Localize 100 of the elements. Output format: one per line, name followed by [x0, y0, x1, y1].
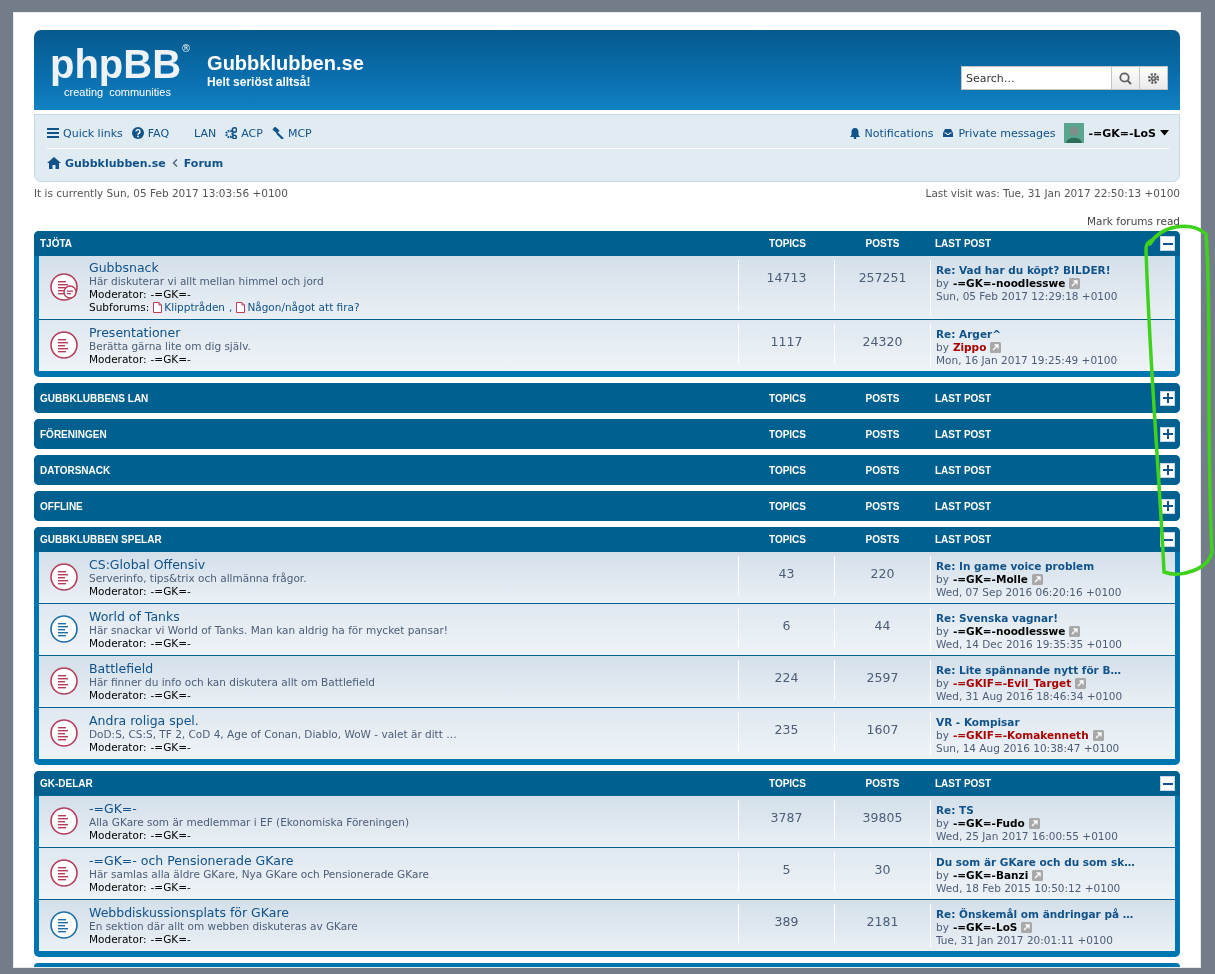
breadcrumb-link[interactable]: Forum [183, 156, 224, 170]
last-post-link[interactable]: Re: Svenska vagnar! [936, 612, 1140, 625]
nav-link[interactable]: Notifications [848, 126, 934, 140]
last-post-link[interactable]: Re: Lite spännande nytt för B… [936, 664, 1140, 677]
moderator-link[interactable]: -=GK=- [150, 740, 191, 754]
collapse-toggle[interactable] [1160, 462, 1175, 478]
moderator-link[interactable]: -=GK=- [150, 352, 191, 366]
by-label: by [936, 341, 949, 354]
posts-count: 1607 [866, 722, 899, 739]
forum-description: Här snackar vi World of Tanks. Man kan aldrig ha för mycket pansar! [89, 623, 448, 637]
author-link[interactable]: -=GKIF=-Komakenneth [952, 729, 1089, 742]
last-post-link[interactable]: VR - Kompisar [936, 716, 1140, 729]
collapse-toggle[interactable] [1160, 236, 1175, 251]
topics-count: 235 [774, 722, 799, 739]
collapse-toggle[interactable] [1160, 776, 1175, 791]
last-post-link[interactable]: Du som är GKare och du som sk… [936, 856, 1140, 869]
column-header: POSTS [864, 428, 901, 440]
subforum-link[interactable]: Någon/något att fira? [236, 301, 360, 314]
forum-title-link[interactable]: Gubbsnack [89, 260, 360, 275]
logo-wordmark[interactable]: phpBB [50, 42, 182, 85]
by-label: by [936, 677, 949, 690]
posts-count: 24320 [862, 334, 903, 351]
posts-count: 2597 [866, 670, 899, 687]
subforum-link[interactable]: Klipptråden [153, 301, 226, 314]
post-time: Wed, 18 Feb 2015 10:50:12 +0100 [936, 882, 1122, 895]
breadcrumb-link[interactable]: Gubbklubben.se [47, 156, 166, 170]
post-time: Wed, 07 Sep 2016 06:20:16 +0100 [936, 586, 1123, 599]
author-link[interactable]: -=GK=-Banzi [952, 869, 1029, 882]
help-icon [131, 127, 144, 139]
by-label: by [936, 869, 949, 882]
settings-icon [1147, 71, 1160, 85]
forum-title-link[interactable]: Battlefield [89, 660, 375, 676]
column-header: TOPICS [767, 534, 807, 545]
arrow-square-icon [1032, 870, 1044, 881]
category-title[interactable]: TJÖTA [39, 238, 740, 249]
forum-description: Här diskuterar vi allt mellan himmel och jord [89, 275, 325, 288]
collapse-toggle[interactable] [1160, 426, 1175, 442]
current-time: It is currently Sun, 05 Feb 2017 13:03:56 +0100 [34, 187, 288, 199]
forum-title-link[interactable]: Presentationer [89, 324, 251, 340]
mark-read-link[interactable]: Mark forums read [1087, 215, 1180, 227]
category-title[interactable]: GUBBKLUBBENS LAN [39, 392, 740, 404]
by-label: by [936, 277, 949, 290]
forum-title-link[interactable]: Webbdiskussionsplats för GKare [89, 904, 358, 920]
gavel-icon [271, 127, 284, 139]
nav-link[interactable]: Private messages [942, 126, 1056, 140]
forum-title-link[interactable]: Andra roliga spel. [89, 712, 457, 728]
moderator-link[interactable]: -=GK=- [150, 828, 191, 842]
topics-count: 224 [774, 670, 799, 687]
last-post-link[interactable]: Re: In game voice problem [936, 560, 1140, 573]
category-title[interactable]: GK-DELAR [39, 778, 740, 789]
post-time: Sun, 05 Feb 2017 12:29:18 +0100 [936, 290, 1119, 303]
column-header: LAST POST [934, 534, 993, 545]
registered-mark: ® [181, 42, 192, 54]
category-title[interactable]: FÖRENINGEN [39, 428, 740, 440]
column-header: LAST POST [934, 464, 993, 476]
collapse-toggle[interactable] [1160, 390, 1175, 406]
moderator-link[interactable]: -=GK=- [150, 688, 191, 702]
author-link[interactable]: -=GKIF=-Evil_Target [952, 677, 1072, 690]
category-title[interactable]: GUBBKLUBBEN SPELAR [39, 534, 740, 545]
last-post-link[interactable]: Re: TS [936, 804, 1140, 817]
separator-comma: , [229, 301, 233, 314]
nav-link[interactable]: ACP [225, 126, 263, 140]
last-post-link[interactable]: Re: Önskemål om ändringar på … [936, 908, 1140, 921]
avatar-icon [1064, 123, 1085, 143]
author-link[interactable]: -=GK=-LoS [952, 921, 1018, 934]
search-field[interactable]: Search… [961, 66, 1112, 90]
nav-link[interactable]: Quick links [47, 126, 123, 140]
topics-count: 43 [778, 566, 795, 583]
forum-title-link[interactable]: -=GK=- och Pensionerade GKare [89, 852, 429, 868]
moderator-link[interactable]: -=GK=- [150, 288, 191, 301]
moderator-link[interactable]: -=GK=- [150, 880, 191, 894]
search-icon [1119, 71, 1132, 85]
moderator-link[interactable]: -=GK=- [150, 932, 191, 946]
user-menu[interactable]: -=GK=-LoS [1064, 123, 1169, 143]
page-icon [236, 302, 246, 313]
site-title[interactable]: Gubbklubben.se [207, 51, 364, 75]
category-title[interactable]: OFFLINE [39, 500, 740, 512]
moderator-link[interactable]: -=GK=- [150, 584, 191, 598]
author-link[interactable]: -=GK=-noodlesswe [952, 625, 1066, 638]
nav-link[interactable]: LAN [194, 126, 217, 140]
moderator-link[interactable]: -=GK=- [150, 636, 191, 650]
author-link[interactable]: Zippo [952, 341, 987, 354]
posts-count: 2181 [866, 914, 899, 931]
last-post-link[interactable]: Re: Vad har du köpt? BILDER! [936, 264, 1140, 277]
posts-count: 220 [870, 566, 895, 583]
column-header: LAST POST [934, 392, 993, 404]
forum-title-link[interactable]: CS:Global Offensiv [89, 556, 307, 572]
nav-link[interactable]: FAQ [131, 126, 170, 140]
author-link[interactable]: -=GK=-Molle [952, 573, 1028, 586]
last-post-link[interactable]: Re: Arger^ [936, 328, 1140, 341]
author-link[interactable]: -=GK=-noodlesswe [952, 277, 1066, 290]
author-link[interactable]: -=GK=-Fudo [952, 817, 1025, 830]
post-time: Tue, 31 Jan 2017 20:01:11 +0100 [936, 934, 1114, 947]
forum-title-link[interactable]: -=GK=- [89, 800, 409, 816]
category-title[interactable]: DATORSNACK [39, 464, 740, 476]
forum-title-link[interactable]: World of Tanks [89, 608, 448, 624]
settings-button[interactable] [1139, 66, 1168, 90]
last-visit: Last visit was: Tue, 31 Jan 2017 22:50:13 +0100 [925, 187, 1180, 199]
home-icon [47, 157, 61, 169]
nav-link[interactable]: MCP [271, 126, 312, 140]
